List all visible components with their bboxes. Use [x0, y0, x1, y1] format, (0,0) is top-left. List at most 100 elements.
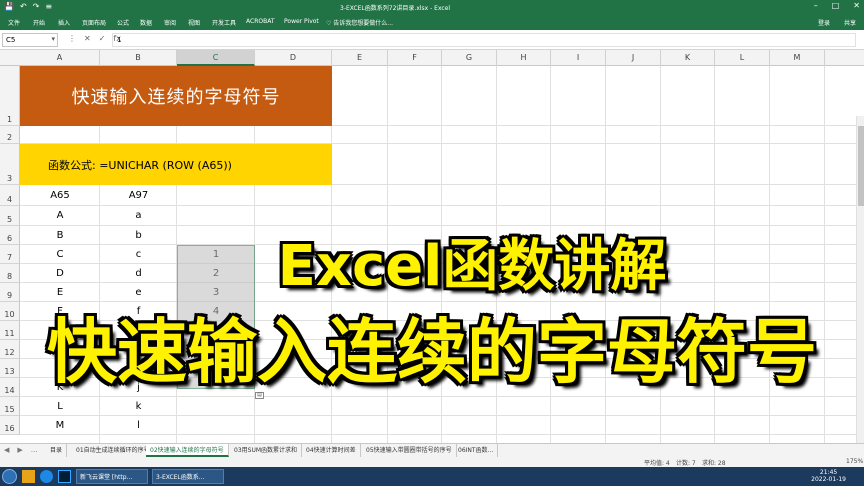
tab-view[interactable]: 视图: [188, 18, 200, 27]
taskbar-item-browser[interactable]: 新飞云课堂 [http...: [76, 469, 148, 484]
sheet-tab[interactable]: 03用SUM函数累计求和: [230, 444, 303, 457]
row-header-5[interactable]: 5: [0, 206, 20, 226]
start-button[interactable]: [2, 469, 17, 484]
redo-icon[interactable]: ↷: [33, 2, 40, 12]
title-cell[interactable]: 快速输入连续的字母符号: [20, 66, 332, 126]
cell-b[interactable]: k: [100, 398, 177, 416]
account-area: 登录 共享: [818, 18, 856, 27]
row-number: 5: [6, 215, 13, 224]
row-header-6[interactable]: 6: [0, 226, 20, 245]
folder-icon[interactable]: [22, 470, 35, 483]
row-header-15[interactable]: 15: [0, 397, 20, 416]
photoshop-icon[interactable]: [58, 470, 71, 483]
row-header-3[interactable]: 3: [0, 144, 20, 185]
column-header-g[interactable]: G: [442, 50, 497, 66]
prev-sheet-icon[interactable]: ◀: [4, 446, 9, 454]
cancel-icon[interactable]: ✕: [84, 34, 91, 43]
tab-review[interactable]: 审阅: [164, 18, 176, 27]
column-header-f[interactable]: F: [388, 50, 442, 66]
tab-power-pivot[interactable]: Power Pivot: [284, 18, 319, 25]
sheet-nav: ◀ ▶ …: [4, 446, 38, 454]
column-header-a[interactable]: A: [20, 50, 100, 66]
header-cell-b[interactable]: A97: [100, 187, 177, 205]
customize-qat-icon[interactable]: ≡: [45, 2, 52, 12]
chevron-down-icon[interactable]: ▾: [51, 35, 55, 43]
share-button[interactable]: 共享: [844, 18, 856, 27]
column-header-c[interactable]: C: [177, 50, 255, 66]
tab-home[interactable]: 开始: [33, 18, 45, 27]
tab-acrobat[interactable]: ACROBAT: [246, 18, 275, 25]
column-header-d[interactable]: D: [255, 50, 332, 66]
formula-value: 1: [117, 36, 122, 44]
tab-file[interactable]: 文件: [8, 18, 20, 27]
tab-page-layout[interactable]: 页面布局: [82, 18, 106, 27]
status-sum: 求和: 28: [702, 460, 726, 467]
header-cell-a[interactable]: A65: [20, 187, 100, 205]
window-title: 3-EXCEL函数系列72讲目录.xlsx - Excel: [340, 5, 451, 12]
cell-a[interactable]: M: [20, 417, 100, 435]
sheet-tabs-bar: ◀ ▶ … 目录 01自动生成连续循环的序号 02快速输入连续的字母符号 03用SUM…: [0, 443, 864, 457]
column-headers: ABCDEFGHIJKLM: [0, 50, 864, 66]
next-sheet-icon[interactable]: ▶: [17, 446, 22, 454]
row-number: 15: [4, 405, 15, 414]
worksheet-grid[interactable]: ABCDEFGHIJKLM 1 2 3 4 5 6 7 8 9 10 11 12 13 14 15 16 快速…: [0, 50, 864, 443]
tab-data[interactable]: 数据: [140, 18, 152, 27]
system-clock[interactable]: 21:45 2022-01-19: [811, 469, 846, 483]
sheet-tab[interactable]: 02快速输入连续的字母符号: [146, 444, 229, 457]
tab-developer[interactable]: 开发工具: [212, 18, 236, 27]
row-header-4[interactable]: 4: [0, 185, 20, 206]
sheet-tab[interactable]: 04快速计算时间差: [302, 444, 361, 457]
tab-insert[interactable]: 插入: [58, 18, 70, 27]
column-header-b[interactable]: B: [100, 50, 177, 66]
more-sheets-icon[interactable]: …: [31, 446, 38, 454]
column-header-e[interactable]: E: [332, 50, 388, 66]
column-header-m[interactable]: M: [770, 50, 825, 66]
zoom-level[interactable]: 175%: [846, 458, 863, 465]
row-header-16[interactable]: 16: [0, 416, 20, 435]
sheet-tab[interactable]: 01自动生成连续循环的序号: [72, 444, 155, 457]
row-header-7[interactable]: 7: [0, 245, 20, 264]
close-button[interactable]: ✕: [853, 1, 860, 10]
cell-a[interactable]: L: [20, 398, 100, 416]
clock-date: 2022-01-19: [811, 476, 846, 483]
browser-icon[interactable]: [40, 470, 53, 483]
save-icon[interactable]: 💾: [4, 2, 14, 12]
clock-time: 21:45: [819, 469, 838, 476]
sheet-tab[interactable]: 06INT函数...: [454, 444, 499, 457]
overlay-subheading: 快速输入连续的字母符号: [47, 311, 817, 393]
maximize-button[interactable]: □: [832, 1, 840, 10]
row-header-8[interactable]: 8: [0, 264, 20, 283]
minimize-button[interactable]: –: [814, 1, 818, 10]
formula-input[interactable]: 1: [112, 33, 856, 47]
scroll-thumb[interactable]: [858, 126, 864, 206]
windows-taskbar: 新飞云课堂 [http... 3-EXCEL函数系... 21:45 2022-…: [0, 467, 864, 486]
cell-b[interactable]: l: [100, 417, 177, 435]
sheet-tab[interactable]: 05快速输入带圆圈带括号的序号: [362, 444, 457, 457]
column-header-j[interactable]: J: [606, 50, 661, 66]
formula-description-cell[interactable]: 函数公式: =UNICHAR (ROW (A65)): [20, 144, 332, 185]
window-controls: – □ ✕: [814, 1, 860, 10]
tab-formulas[interactable]: 公式: [117, 18, 129, 27]
enter-icon[interactable]: ✓: [99, 34, 106, 43]
taskbar-item-excel[interactable]: 3-EXCEL函数系...: [152, 469, 224, 484]
row-header-1[interactable]: 1: [0, 66, 20, 126]
row-number: 8: [6, 272, 13, 281]
login-link[interactable]: 登录: [818, 18, 830, 27]
status-count: 计数: 7: [676, 460, 696, 467]
column-header-i[interactable]: I: [551, 50, 606, 66]
gridline-horizontal: [20, 205, 864, 206]
name-box[interactable]: C5 ▾: [2, 33, 58, 47]
formula-bar: C5 ▾ ⋮ ✕ ✓ fx 1: [0, 30, 864, 50]
row-number: 7: [6, 253, 13, 262]
title-bar: 💾 ↶ ↷ ≡ 3-EXCEL函数系列72讲目录.xlsx - Excel – …: [0, 0, 864, 14]
sheet-tab[interactable]: 目录: [46, 444, 68, 457]
ribbon-tabs: 文件 开始 插入 页面布局 公式 数据 审阅 视图 开发工具 ACROBAT P…: [0, 14, 864, 30]
undo-icon[interactable]: ↶: [20, 2, 27, 12]
row-number: 3: [6, 174, 13, 183]
column-header-k[interactable]: K: [661, 50, 715, 66]
row-number: 4: [6, 195, 13, 204]
column-header-l[interactable]: L: [715, 50, 770, 66]
column-header-h[interactable]: H: [497, 50, 551, 66]
tell-me-search[interactable]: ♡ 告诉我您想要做什么...: [326, 18, 393, 27]
row-header-2[interactable]: 2: [0, 126, 20, 144]
